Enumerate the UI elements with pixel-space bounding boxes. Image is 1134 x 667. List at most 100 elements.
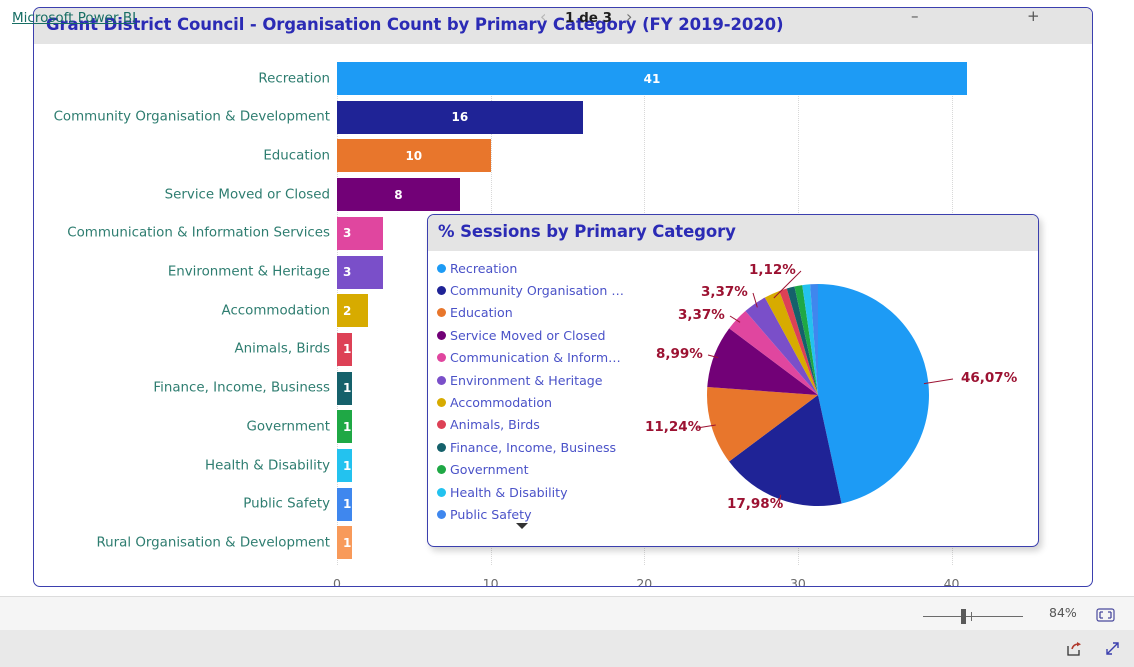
pie-value-label: 8,99% xyxy=(656,346,703,362)
pie-value-label: 3,37% xyxy=(701,284,748,300)
pie-chart-plot: 46,07% 17,98% 11,24% 8,99% 3,37% 3,37% 1,12% xyxy=(623,251,1038,546)
bar-value-label: 41 xyxy=(643,71,661,86)
legend-label: Health & Disability xyxy=(450,484,568,500)
bar-value-label: 3 xyxy=(343,226,352,241)
legend-color-dot xyxy=(437,353,446,363)
bar-chart-row[interactable]: Recreation 41 xyxy=(34,62,1092,95)
microsoft-power-bi-link[interactable]: Microsoft Power BI xyxy=(12,10,136,26)
bar-rect[interactable] xyxy=(337,294,368,328)
bar-value-label: 1 xyxy=(343,458,352,473)
legend-color-dot xyxy=(437,509,446,519)
bar-value-label: 16 xyxy=(451,110,469,125)
legend-item[interactable]: Animals, Birds xyxy=(437,414,627,436)
x-axis-tick-label: 0 xyxy=(333,576,341,587)
page-indicator: 1 de 3 xyxy=(565,10,613,26)
bar-category-label: Recreation xyxy=(258,71,330,86)
bar-category-label: Finance, Income, Business xyxy=(153,380,330,396)
pie-value-label: 1,12% xyxy=(749,262,796,278)
legend-item[interactable]: Government xyxy=(437,459,627,481)
bar-category-label: Environment & Heritage xyxy=(167,264,330,280)
previous-page-button[interactable]: ‹ xyxy=(540,8,546,26)
legend-color-dot xyxy=(437,375,446,385)
legend-label: Recreation xyxy=(450,260,518,276)
bar-value-label: 1 xyxy=(343,342,352,357)
pie-value-label: 11,24% xyxy=(645,419,702,435)
legend-item[interactable]: Environment & Heritage xyxy=(437,369,627,391)
legend-item[interactable]: Recreation xyxy=(437,257,627,279)
legend-label: Finance, Income, Business xyxy=(450,439,617,455)
legend-label: Community Organisation &... xyxy=(450,283,627,299)
chevron-down-icon[interactable] xyxy=(516,523,528,529)
zoom-level-label: 84% xyxy=(1049,605,1077,620)
bar-value-label: 1 xyxy=(343,381,352,396)
pie-chart-title: % Sessions by Primary Category xyxy=(438,222,736,241)
legend-label: Government xyxy=(450,462,529,478)
legend-label: Service Moved or Closed xyxy=(450,327,606,343)
bar-category-label: Accommodation xyxy=(221,303,330,319)
zoom-slider-track[interactable] xyxy=(923,616,1023,617)
legend-label: Public Safety xyxy=(450,506,532,522)
legend-color-dot xyxy=(437,263,446,273)
pie-value-label: 17,98% xyxy=(727,496,784,512)
x-axis-tick-label: 40 xyxy=(943,576,960,587)
legend-color-dot xyxy=(437,286,446,296)
fit-to-page-icon[interactable] xyxy=(1096,607,1115,622)
pie-chart-legend: Recreation Community Organisation &... Edu… xyxy=(437,257,627,526)
legend-item[interactable]: Community Organisation &... xyxy=(437,279,627,301)
zoom-slider-handle[interactable] xyxy=(961,609,966,624)
bar-value-label: 10 xyxy=(405,148,423,163)
legend-item[interactable]: Public Safety xyxy=(437,503,627,525)
legend-color-dot xyxy=(437,465,446,475)
legend-label: Accommodation xyxy=(450,395,553,411)
fullscreen-icon[interactable] xyxy=(1104,640,1121,657)
bar-value-label: 1 xyxy=(343,419,352,434)
legend-color-dot xyxy=(437,308,446,318)
legend-item[interactable]: Health & Disability xyxy=(437,481,627,503)
pie-value-label: 46,07% xyxy=(961,370,1018,386)
zoom-out-button[interactable]: – xyxy=(911,9,919,24)
bar-chart-title: Grant District Council - Organisation Co… xyxy=(46,15,784,34)
bar-category-label: Community Organisation & Development xyxy=(53,109,330,125)
bar-value-label: 2 xyxy=(343,303,352,318)
bar-value-label: 1 xyxy=(343,535,352,550)
bar-chart-row[interactable]: Service Moved or Closed 8 xyxy=(34,178,1092,212)
footer-bar xyxy=(0,630,1134,667)
legend-item[interactable]: Education xyxy=(437,302,627,324)
bar-chart-row[interactable]: Community Organisation & Development 16 xyxy=(34,100,1092,134)
x-axis-tick-label: 30 xyxy=(789,576,806,587)
legend-label: Animals, Birds xyxy=(450,417,540,433)
pie-chart-svg xyxy=(696,270,954,506)
legend-color-dot xyxy=(437,330,446,340)
legend-item[interactable]: Accommodation xyxy=(437,391,627,413)
bar-value-label: 8 xyxy=(394,187,403,202)
zoom-slider-notch xyxy=(971,612,972,621)
pie-value-label: 3,37% xyxy=(678,307,725,323)
report-canvas: Grant District Council - Organisation Co… xyxy=(0,0,1134,596)
legend-label: Communication & Informat... xyxy=(450,350,627,366)
bar-category-label: Education xyxy=(263,148,330,164)
next-page-button[interactable]: › xyxy=(626,8,632,26)
bar-category-label: Service Moved or Closed xyxy=(164,187,330,203)
x-axis-tick-label: 20 xyxy=(636,576,653,587)
legend-color-dot xyxy=(437,442,446,452)
legend-label: Education xyxy=(450,305,513,321)
legend-label: Environment & Heritage xyxy=(450,372,603,388)
legend-item[interactable]: Service Moved or Closed xyxy=(437,324,627,346)
bar-chart-row[interactable]: Education 10 xyxy=(34,139,1092,173)
legend-color-dot xyxy=(437,398,446,408)
bar-category-label: Rural Organisation & Development xyxy=(96,535,330,551)
legend-color-dot xyxy=(437,420,446,430)
bar-category-label: Communication & Information Services xyxy=(67,225,330,241)
pie-chart-visual[interactable]: % Sessions by Primary Category Recreatio… xyxy=(427,214,1039,547)
bar-category-label: Public Safety xyxy=(243,496,330,512)
share-icon[interactable] xyxy=(1066,641,1083,657)
bar-value-label: 3 xyxy=(343,265,352,279)
x-axis-tick-label: 10 xyxy=(482,576,499,587)
zoom-in-button[interactable]: + xyxy=(1027,9,1040,24)
bar-category-label: Health & Disability xyxy=(205,458,330,473)
legend-item[interactable]: Communication & Informat... xyxy=(437,347,627,369)
bar-category-label: Animals, Birds xyxy=(234,341,330,357)
pie-slice[interactable] xyxy=(818,284,930,504)
bar-category-label: Government xyxy=(246,419,330,435)
legend-item[interactable]: Finance, Income, Business xyxy=(437,436,627,458)
